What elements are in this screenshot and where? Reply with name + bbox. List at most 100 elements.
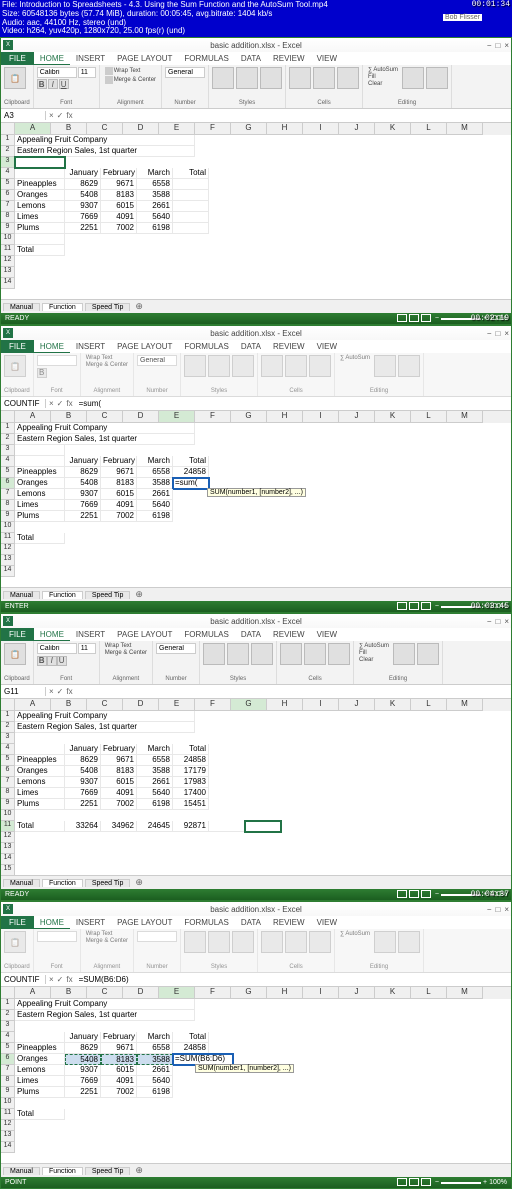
cell-A1[interactable]: Appealing Fruit Company — [15, 135, 195, 146]
pagelayout-tab[interactable]: PAGE LAYOUT — [111, 52, 178, 65]
underline-button[interactable]: U — [59, 79, 69, 89]
col-F[interactable]: F — [195, 123, 231, 135]
grid-area[interactable]: A B C D E F G H I J K L M 1Appealing Fru… — [1, 123, 511, 299]
minimize-button[interactable]: − — [487, 41, 492, 50]
styles-group-label: Styles — [212, 100, 282, 106]
col-M[interactable]: M — [447, 123, 483, 135]
cell-G11[interactable] — [245, 821, 281, 832]
col-H[interactable]: H — [267, 123, 303, 135]
number-group-label: Number — [165, 100, 205, 106]
fill-button[interactable]: Fill — [366, 74, 400, 80]
italic-button[interactable]: I — [48, 79, 58, 89]
cell-A5[interactable]: Pineapples — [15, 179, 65, 190]
font-name-combo[interactable] — [37, 67, 77, 78]
col-L[interactable]: L — [411, 123, 447, 135]
excel-window-4: Xbasic addition.xlsx - Excel−□× Bob Flis… — [0, 901, 512, 1189]
maximize-button[interactable]: □ — [495, 41, 500, 50]
col-K[interactable]: K — [375, 123, 411, 135]
cell-A2[interactable]: Eastern Region Sales, 1st quarter — [15, 146, 195, 157]
function-tooltip: SUM(number1, [number2], ...) — [207, 488, 306, 497]
format-as-table-icon[interactable] — [236, 67, 258, 89]
col-A[interactable]: A — [15, 123, 51, 135]
col-B[interactable]: B — [51, 123, 87, 135]
font-size-combo[interactable] — [78, 67, 96, 78]
excel-window-1: X basic addition.xlsx - Excel − □ × Bob … — [0, 37, 512, 325]
autosum-button[interactable]: ∑ AutoSum — [366, 67, 400, 73]
close-button[interactable]: × — [504, 41, 509, 50]
name-box[interactable]: COUNTIF — [1, 399, 46, 408]
font-group-label: Font — [37, 100, 96, 106]
cell-styles-icon[interactable] — [260, 67, 282, 89]
col-G[interactable]: G — [231, 123, 267, 135]
paste-icon[interactable]: 📋 — [4, 67, 26, 89]
conditional-formatting-icon[interactable] — [212, 67, 234, 89]
function-tooltip: SUM(number1, [number2], ...) — [195, 1064, 294, 1073]
cell-E4[interactable]: Total — [173, 168, 209, 179]
editing-group-label: Editing — [366, 100, 448, 106]
enter-formula-icon[interactable]: ✓ — [57, 111, 64, 120]
timestamp-2: 00:02:19 — [471, 314, 509, 323]
cell-B4[interactable]: January — [65, 168, 101, 179]
cell-A9[interactable]: Plums — [15, 223, 65, 234]
excel-icon: X — [3, 40, 13, 50]
col-E[interactable]: E — [159, 123, 195, 135]
sort-filter-icon[interactable] — [402, 67, 424, 89]
view-tab[interactable]: VIEW — [311, 52, 343, 65]
video-metadata-header: File: Introduction to Spreadsheets - 4.3… — [0, 0, 512, 37]
insert-tab[interactable]: INSERT — [70, 52, 111, 65]
format-cells-icon[interactable] — [337, 67, 359, 89]
file-tab[interactable]: FILE — [1, 52, 34, 65]
fx-icon[interactable]: fx — [66, 111, 72, 120]
formula-input[interactable]: =sum( — [76, 399, 511, 408]
cancel-formula-icon[interactable]: × — [49, 111, 54, 120]
sheet-speedtip[interactable]: Speed Tip — [85, 303, 131, 311]
col-D[interactable]: D — [123, 123, 159, 135]
cell-A7[interactable]: Lemons — [15, 201, 65, 212]
clear-button[interactable]: Clear — [366, 81, 400, 87]
clipboard-group-label: Clipboard — [4, 100, 30, 106]
ribbon: 📋 Clipboard B I U Font — [1, 65, 511, 109]
delete-cells-icon[interactable] — [313, 67, 335, 89]
ribbon-tabs: FILE HOME INSERT PAGE LAYOUT FORMULAS DA… — [1, 52, 511, 65]
cell-A6[interactable]: Oranges — [15, 190, 65, 201]
bold-button[interactable]: B — [37, 79, 47, 89]
insert-cells-icon[interactable] — [289, 67, 311, 89]
timestamp-4: 00:04:37 — [471, 890, 509, 899]
status-bar: READY − + 100% 00:02:19 — [1, 313, 511, 324]
cell-A8[interactable]: Limes — [15, 212, 65, 223]
cell-A11[interactable]: Total — [15, 245, 65, 256]
review-tab[interactable]: REVIEW — [267, 52, 311, 65]
timestamp-1: 00:01:34 — [472, 1, 510, 10]
col-I[interactable]: I — [303, 123, 339, 135]
wrap-text-button[interactable]: Wrap Text — [103, 67, 158, 75]
view-icons[interactable] — [396, 314, 432, 324]
select-all[interactable] — [1, 123, 15, 135]
number-format-combo[interactable] — [165, 67, 205, 78]
alignment-group-label: Alignment — [103, 100, 158, 106]
name-box[interactable]: A3 — [1, 111, 46, 120]
cell-A3[interactable] — [15, 157, 65, 168]
window-title: basic addition.xlsx - Excel — [210, 41, 302, 50]
status-text: READY — [5, 315, 29, 322]
add-sheet-button[interactable]: ⊕ — [130, 301, 148, 312]
column-headers: A B C D E F G H I J K L M — [1, 123, 511, 135]
cell-C4[interactable]: February — [101, 168, 137, 179]
data-tab[interactable]: DATA — [235, 52, 267, 65]
sheet-function[interactable]: Function — [42, 303, 83, 311]
excel-window-2: Xbasic addition.xlsx - Excel−□× Bob Flis… — [0, 325, 512, 613]
formulas-tab[interactable]: FORMULAS — [178, 52, 234, 65]
formula-bar: A3 × ✓ fx — [1, 109, 511, 123]
col-J[interactable]: J — [339, 123, 375, 135]
titlebar: X basic addition.xlsx - Excel − □ × — [1, 38, 511, 52]
sheet-manual[interactable]: Manual — [3, 303, 40, 311]
cell-E6-editing[interactable]: =sum( — [173, 478, 209, 489]
home-tab[interactable]: HOME — [34, 52, 70, 65]
cell-D4[interactable]: March — [137, 168, 173, 179]
sheet-tabs: Manual Function Speed Tip ⊕ — [1, 299, 511, 313]
merge-center-button[interactable]: Merge & Center — [103, 76, 158, 84]
ribbon-disabled: 📋Clipboard BFont Wrap TextMerge & Center… — [1, 353, 511, 397]
excel-window-3: Xbasic addition.xlsx - Excel−□× Bob Flis… — [0, 613, 512, 901]
find-select-icon[interactable] — [426, 67, 448, 89]
col-C[interactable]: C — [87, 123, 123, 135]
cells-group-label: Cells — [289, 100, 359, 106]
